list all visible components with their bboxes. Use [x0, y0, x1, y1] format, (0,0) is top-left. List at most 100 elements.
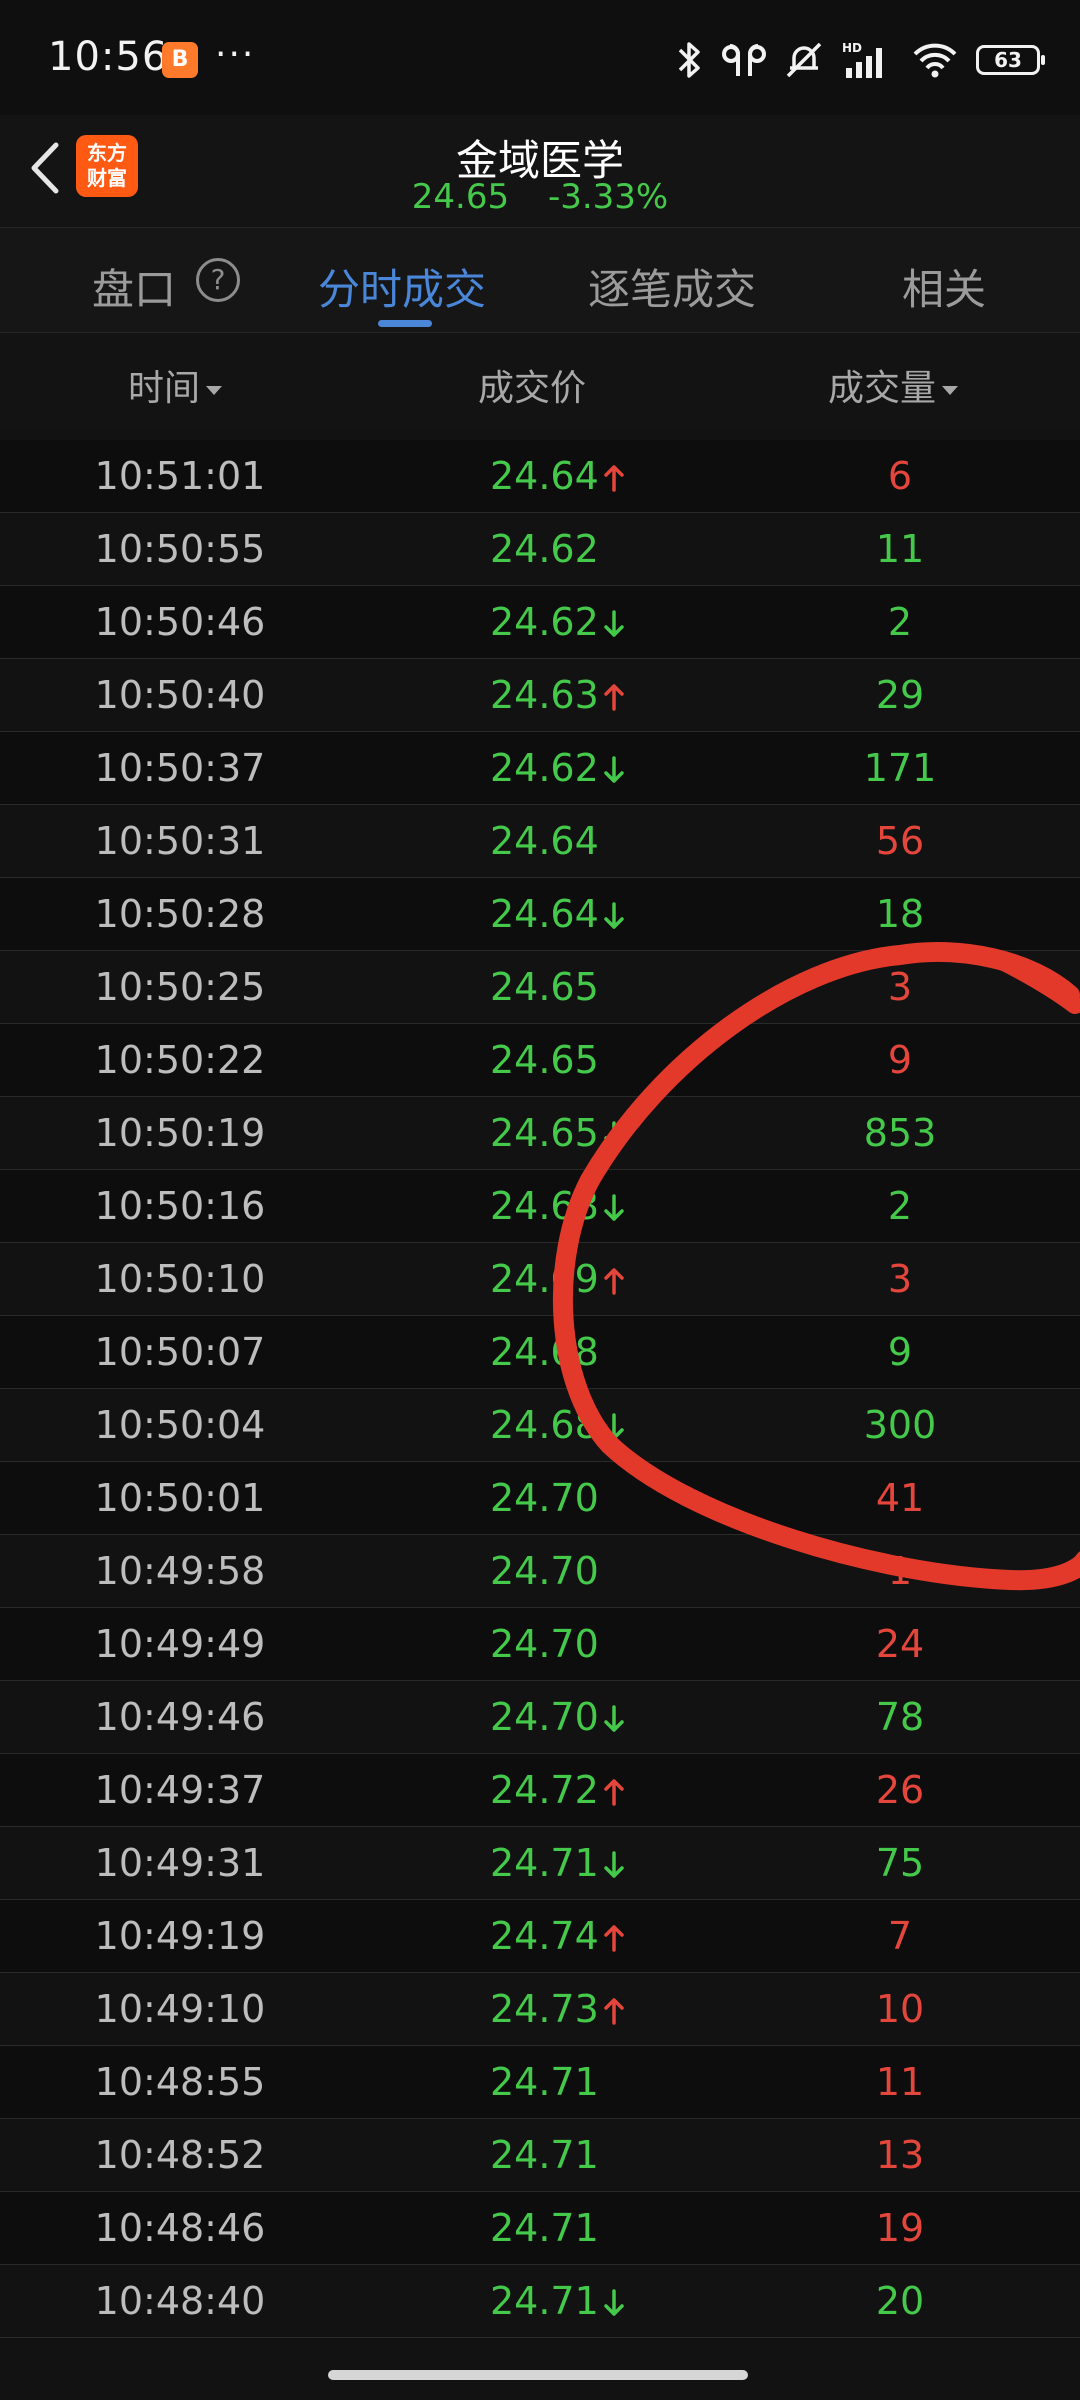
status-icons: HD 63 — [674, 36, 1045, 84]
table-row[interactable]: 10:50:46 24.62 2 — [0, 586, 1080, 659]
table-row[interactable]: 10:50:28 24.64 18 — [0, 878, 1080, 951]
trade-volume: 853 — [863, 1111, 937, 1155]
trade-time: 10:51:01 — [94, 454, 266, 498]
down-arrow-icon — [604, 1121, 624, 1148]
table-row[interactable]: 10:49:37 24.72 26 — [0, 1754, 1080, 1827]
silent-bell-icon — [786, 42, 822, 78]
trade-time: 10:49:58 — [94, 1549, 266, 1593]
trade-price: 24.74 — [490, 1914, 625, 1958]
bluetooth-icon — [678, 42, 700, 78]
table-row[interactable]: 10:50:19 24.65 853 — [0, 1097, 1080, 1170]
trade-price: 24.68 — [490, 1403, 625, 1447]
trade-price: 24.73 — [490, 1987, 625, 2031]
trade-price-value: 24.62 — [490, 746, 599, 790]
column-time[interactable]: 时间 — [128, 359, 223, 411]
table-row[interactable]: 10:49:49 24.70 24 — [0, 1608, 1080, 1681]
trade-volume: 3 — [887, 1257, 913, 1301]
table-row[interactable]: 10:50:07 24.68 9 — [0, 1316, 1080, 1389]
down-arrow-icon — [604, 2289, 624, 2316]
trades-table[interactable]: 10:51:01 24.64 6 10:50:55 24.62 11 10:50:46 24.… — [0, 440, 1080, 2338]
table-row[interactable]: 10:48:55 24.71 11 — [0, 2046, 1080, 2119]
trade-time: 10:50:04 — [94, 1403, 266, 1447]
trade-price-value: 24.63 — [490, 673, 599, 717]
trade-time: 10:50:37 — [94, 746, 266, 790]
column-volume[interactable]: 成交量 — [828, 359, 959, 411]
table-row[interactable]: 10:50:55 24.62 11 — [0, 513, 1080, 586]
column-price: 成交价 — [478, 368, 587, 409]
up-arrow-icon — [604, 1998, 624, 2025]
trade-time: 10:50:28 — [94, 892, 266, 936]
trade-price: 24.72 — [490, 1768, 625, 1812]
trade-price: 24.69 — [490, 1257, 625, 1301]
trade-price: 24.64 — [490, 892, 625, 936]
tab-tick-trades[interactable]: 逐笔成交 — [588, 256, 756, 317]
up-arrow-icon — [604, 1779, 624, 1806]
home-indicator[interactable] — [328, 2370, 748, 2380]
table-row[interactable]: 10:48:40 24.71 20 — [0, 2265, 1080, 2338]
trade-time: 10:49:49 — [94, 1622, 266, 1666]
trade-volume: 6 — [887, 454, 913, 498]
table-row[interactable]: 10:50:04 24.68 300 — [0, 1389, 1080, 1462]
more-notifications-icon: ··· — [215, 34, 256, 75]
table-row[interactable]: 10:50:01 24.70 41 — [0, 1462, 1080, 1535]
tab-bar: 盘口 ? 分时成交 逐笔成交 相关 — [0, 227, 1080, 333]
trade-time: 10:50:19 — [94, 1111, 266, 1155]
table-row[interactable]: 10:49:58 24.70 1 — [0, 1535, 1080, 1608]
table-row[interactable]: 10:49:19 24.74 7 — [0, 1900, 1080, 1973]
trade-price-value: 24.74 — [490, 1914, 599, 1958]
trade-volume: 75 — [875, 1841, 925, 1885]
down-arrow-icon — [604, 1194, 624, 1221]
trade-price: 24.65 — [490, 965, 599, 1009]
table-row[interactable]: 10:50:37 24.62 171 — [0, 732, 1080, 805]
table-row[interactable]: 10:49:31 24.71 75 — [0, 1827, 1080, 1900]
trade-volume: 171 — [863, 746, 937, 790]
trade-price-value: 24.73 — [490, 1987, 599, 2031]
table-row[interactable]: 10:49:46 24.70 78 — [0, 1681, 1080, 1754]
trade-price-value: 24.71 — [490, 1841, 599, 1885]
trade-volume: 2 — [887, 1184, 913, 1228]
trade-price-value: 24.68 — [490, 1184, 599, 1228]
trade-price-value: 24.62 — [490, 600, 599, 644]
table-row[interactable]: 10:50:31 24.64 56 — [0, 805, 1080, 878]
notification-app-icon: B — [162, 42, 198, 78]
trade-price: 24.62 — [490, 746, 625, 790]
tab-minute-trades[interactable]: 分时成交 — [318, 256, 486, 317]
table-row[interactable]: 10:50:16 24.68 2 — [0, 1170, 1080, 1243]
table-row[interactable]: 10:49:10 24.73 10 — [0, 1973, 1080, 2046]
table-row[interactable]: 10:50:22 24.65 9 — [0, 1024, 1080, 1097]
wifi-icon — [913, 43, 957, 78]
up-arrow-icon — [604, 1268, 624, 1295]
trade-volume: 18 — [875, 892, 925, 936]
table-row[interactable]: 10:48:46 24.71 19 — [0, 2192, 1080, 2265]
trade-volume: 20 — [875, 2279, 925, 2323]
trade-price: 24.64 — [490, 454, 625, 498]
trade-price: 24.70 — [490, 1549, 599, 1593]
column-header: 时间 成交价 成交量 — [0, 333, 1080, 427]
tab-order-book[interactable]: 盘口 — [92, 256, 176, 317]
trade-price: 24.71 — [490, 2060, 599, 2104]
trade-time: 10:49:37 — [94, 1768, 266, 1812]
stock-header: 东方 财富 金域医学 24.65 -3.33% — [0, 115, 1080, 227]
table-row[interactable]: 10:50:25 24.65 3 — [0, 951, 1080, 1024]
signal-hd-icon: HD — [842, 41, 882, 78]
tab-related[interactable]: 相关 — [902, 256, 986, 317]
table-row[interactable]: 10:48:52 24.71 13 — [0, 2119, 1080, 2192]
trade-price-value: 24.68 — [490, 1403, 599, 1447]
trade-time: 10:50:16 — [94, 1184, 266, 1228]
trade-price-value: 24.64 — [490, 819, 599, 863]
trade-volume: 10 — [875, 1987, 925, 2031]
trade-volume: 41 — [875, 1476, 925, 1520]
help-icon[interactable]: ? — [196, 258, 240, 302]
trade-price-value: 24.71 — [490, 2133, 599, 2177]
trade-price-value: 24.68 — [490, 1330, 599, 1374]
trade-volume: 11 — [875, 2060, 925, 2104]
trade-price: 24.71 — [490, 2279, 625, 2323]
table-row[interactable]: 10:51:01 24.64 6 — [0, 440, 1080, 513]
table-row[interactable]: 10:50:40 24.63 29 — [0, 659, 1080, 732]
trade-price-value: 24.70 — [490, 1695, 599, 1739]
trade-price: 24.68 — [490, 1330, 599, 1374]
table-row[interactable]: 10:50:10 24.69 3 — [0, 1243, 1080, 1316]
up-arrow-icon — [604, 1925, 624, 1952]
trade-time: 10:50:55 — [94, 527, 266, 571]
trade-price-value: 24.71 — [490, 2060, 599, 2104]
